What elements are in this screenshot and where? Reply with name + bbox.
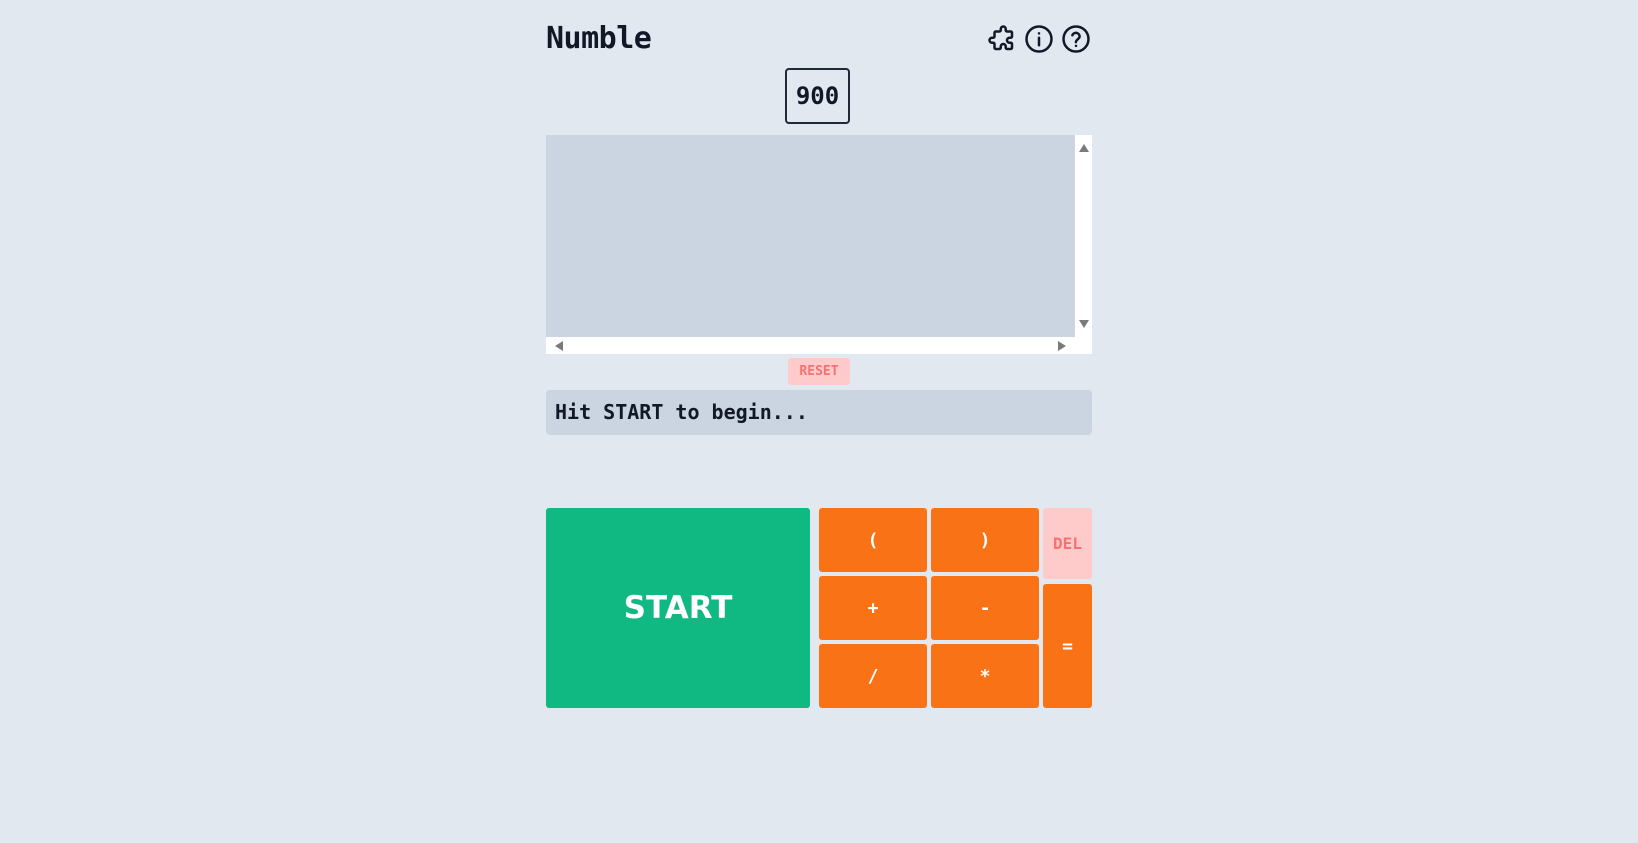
plus-button[interactable]: + bbox=[819, 576, 927, 640]
keypad: START ( ) + - / * DEL = bbox=[546, 508, 1092, 708]
info-icon[interactable] bbox=[1022, 23, 1055, 55]
game-board-scroll-area[interactable] bbox=[546, 135, 1092, 354]
equals-button[interactable]: = bbox=[1043, 584, 1092, 708]
puzzle-icon[interactable] bbox=[985, 23, 1018, 55]
header-icons bbox=[985, 23, 1092, 55]
vertical-scrollbar[interactable] bbox=[1075, 135, 1092, 337]
scroll-down-icon[interactable] bbox=[1079, 320, 1089, 328]
horizontal-scrollbar[interactable] bbox=[546, 337, 1075, 354]
game-board bbox=[546, 135, 1075, 337]
divide-button[interactable]: / bbox=[819, 644, 927, 708]
status-message: Hit START to begin... bbox=[546, 390, 1092, 435]
reset-button[interactable]: RESET bbox=[788, 358, 850, 385]
start-button[interactable]: START bbox=[546, 508, 810, 708]
delete-button[interactable]: DEL bbox=[1043, 508, 1092, 579]
minus-button[interactable]: - bbox=[931, 576, 1039, 640]
help-icon[interactable] bbox=[1059, 23, 1092, 55]
app-title: Numble bbox=[546, 21, 652, 56]
header: Numble bbox=[546, 18, 1092, 60]
scroll-left-icon[interactable] bbox=[555, 341, 563, 351]
scroll-up-icon[interactable] bbox=[1079, 144, 1089, 152]
scroll-right-icon[interactable] bbox=[1058, 341, 1066, 351]
open-paren-button[interactable]: ( bbox=[819, 508, 927, 572]
close-paren-button[interactable]: ) bbox=[931, 508, 1039, 572]
target-number: 900 bbox=[785, 68, 850, 124]
multiply-button[interactable]: * bbox=[931, 644, 1039, 708]
numble-app: Numble 900 RESET Hit START to begin... S… bbox=[546, 0, 1092, 843]
